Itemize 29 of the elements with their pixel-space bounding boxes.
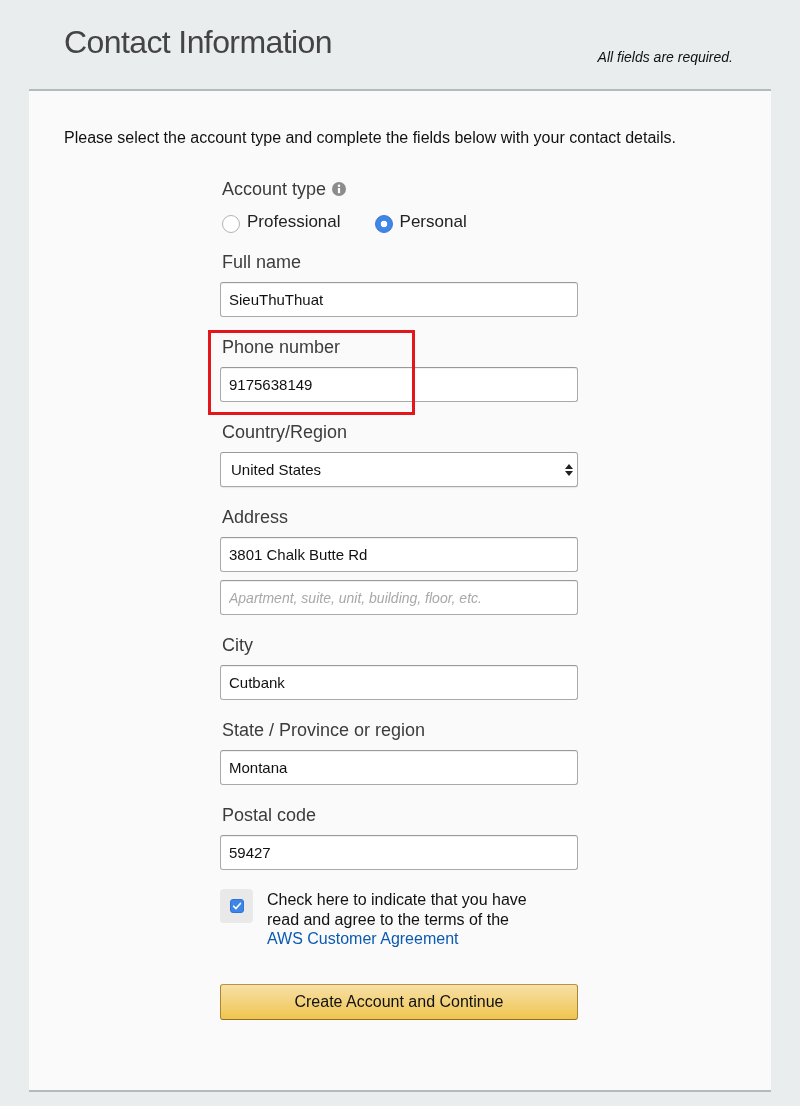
page-title: Contact Information [64, 23, 332, 62]
required-note: All fields are required. [597, 48, 733, 66]
agreement-link[interactable]: AWS Customer Agreement [267, 930, 459, 947]
input-field[interactable]: 3801 Chalk Butte Rd [220, 537, 578, 572]
field-label: Full name [222, 251, 302, 273]
radio-label[interactable]: Professional [247, 211, 341, 233]
input-field[interactable]: 59427 [220, 835, 578, 870]
radio-button[interactable] [374, 214, 393, 233]
field-label: Postal code [222, 804, 317, 826]
info-icon[interactable] [332, 182, 347, 196]
radio-label[interactable]: Personal [399, 211, 467, 233]
input-field[interactable]: Montana [220, 750, 578, 785]
intro-text: Please select the account type and complete the fields below with your contact details. [64, 128, 676, 148]
agreement-text: Check here to indicate that you have read and agree to the terms of the AWS Customer Agreement [267, 890, 528, 949]
checkbox[interactable] [229, 899, 244, 913]
input-field[interactable]: 9175638149 [220, 367, 578, 402]
field-label: Account type [222, 178, 327, 200]
create-account-button[interactable]: Create Account and Continue [220, 983, 578, 1020]
radio-button[interactable] [222, 214, 240, 233]
input-field[interactable]: Cutbank [220, 665, 578, 700]
country-select[interactable]: United States [220, 452, 578, 487]
field-label: Address [222, 506, 289, 528]
field-label: City [222, 634, 253, 656]
input-field[interactable]: Apartment, suite, unit, building, floor, etc. [220, 580, 578, 615]
field-label: Phone number [222, 336, 341, 358]
field-label: Country/Region [222, 421, 348, 443]
field-label: State / Province or region [222, 719, 426, 741]
input-field[interactable]: SieuThuThuat [220, 282, 578, 317]
up-down-arrows-icon [565, 463, 573, 476]
